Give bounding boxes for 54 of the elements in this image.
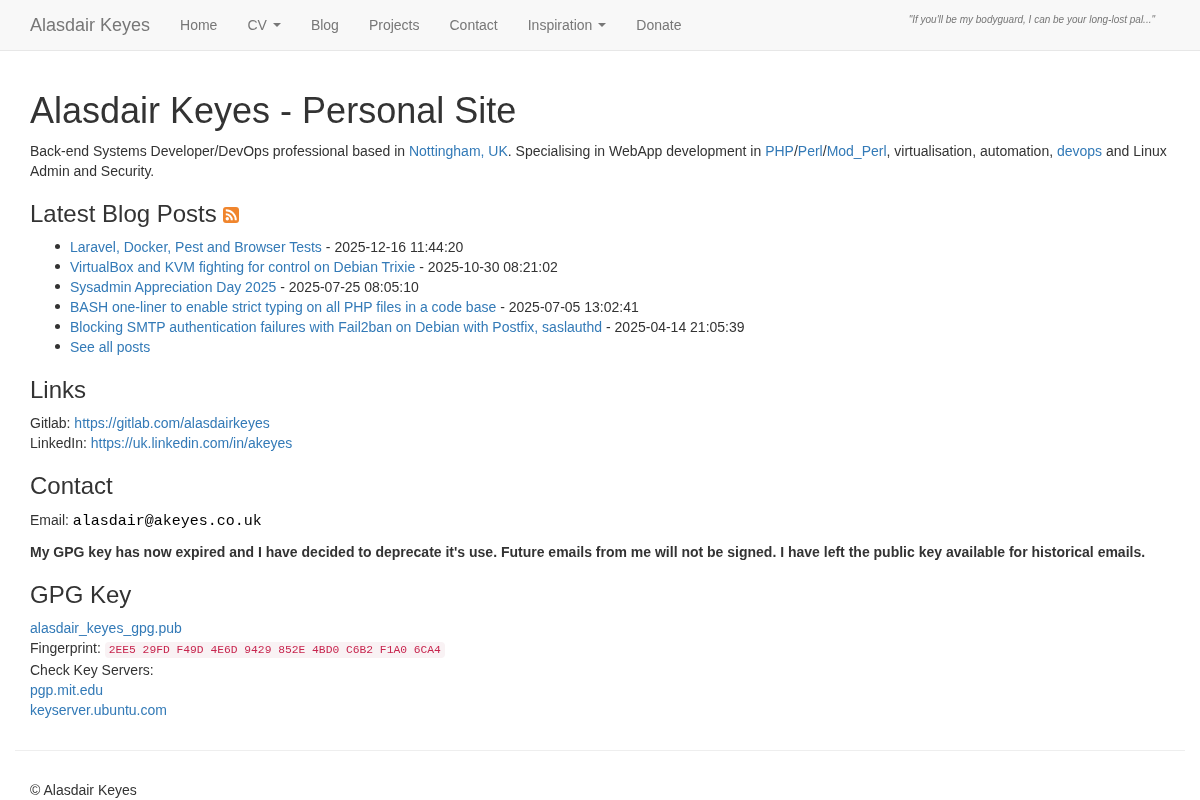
key-servers-label: Check Key Servers: — [30, 662, 154, 679]
nav-link[interactable]: Contact — [434, 0, 513, 50]
email-label: Email: — [30, 511, 69, 528]
text-link[interactable]: Nottingham, UK — [408, 142, 508, 159]
site-brand-link[interactable]: Alasdair Keyes — [15, 0, 166, 50]
bullet-icon — [55, 324, 60, 330]
key-server-link[interactable]: keyserver.ubuntu.com — [30, 702, 167, 719]
post-date: - 2025-12-16 11:44:20 — [325, 238, 464, 257]
nav-dropdown[interactable]: Inspiration — [512, 0, 622, 50]
nav-link[interactable]: Home — [165, 0, 233, 50]
nav-dropdown[interactable]: CV — [232, 0, 296, 50]
intro-paragraph: Back-end Systems Developer/DevOps professional based in Nottingham, UK. Specialising in WebApp development in PHP/Perl/Mod_Perl, virtualisation, automation, devops and Linux Admin and Security. — [30, 141, 1168, 181]
text-link[interactable]: PHP — [765, 142, 794, 159]
bullet-icon — [55, 284, 60, 290]
bullet-icon — [55, 304, 60, 310]
text-link[interactable]: devops — [1056, 142, 1103, 159]
link-label: Gitlab: — [30, 415, 71, 432]
post-date: - 2025-07-25 08:05:10 — [280, 278, 419, 297]
key-file-link[interactable]: alasdair_keyes_gpg.pub — [30, 620, 182, 637]
page-title: Alasdair Keyes - Personal Site — [30, 91, 518, 131]
fingerprint-label: Fingerprint: — [30, 640, 101, 657]
section-heading: Links — [30, 377, 88, 404]
text-link[interactable]: Mod_Perl — [826, 142, 887, 159]
navbar-quote: "If you'll be my bodyguard, I can be your long-lost pal..." — [908, 14, 1155, 26]
copyright-text: © Alasdair Keyes — [30, 782, 137, 799]
see-all-posts-link[interactable]: See all posts — [70, 337, 151, 357]
blog-post-link[interactable]: VirtualBox and KVM fighting for control on Debian Trixie — [70, 257, 416, 277]
blog-post-link[interactable]: BASH one-liner to enable strict typing on all PHP files in a code base — [70, 297, 497, 317]
caret-icon — [598, 23, 607, 27]
caret-icon — [272, 23, 281, 27]
rss-feed-icon[interactable] — [222, 206, 239, 223]
profile-link[interactable]: https://gitlab.com/alasdairkeyes — [74, 415, 270, 432]
key-server-link[interactable]: pgp.mit.edu — [30, 682, 104, 699]
post-date: - 2025-04-14 21:05:39 — [606, 318, 745, 337]
profile-link[interactable]: https://uk.linkedin.com/in/akeyes — [90, 435, 293, 452]
blog-post-link[interactable]: Blocking SMTP authentication failures with Fail2ban on Debian with Postfix, saslauthd — [70, 317, 603, 337]
fingerprint-code: 2EE5 29FD F49D 4E6D 9429 852E 4BD0 C6B2 F1A0 6CA4 — [104, 642, 445, 659]
nav-link[interactable]: Donate — [621, 0, 697, 50]
notice-text: My GPG key has now expired and I have decided to deprecate it's use. Future emails from me will not be signed. I have left the public key available for historical emails. — [30, 543, 1146, 560]
text-link[interactable]: Perl — [797, 142, 823, 159]
section-heading: Latest Blog Posts — [30, 200, 217, 227]
section-heading: GPG Key — [30, 581, 133, 609]
blog-post-link[interactable]: Laravel, Docker, Pest and Browser Tests — [70, 237, 322, 257]
section-heading: Contact — [30, 473, 114, 500]
bullet-icon — [55, 244, 60, 250]
blog-post-link[interactable]: Sysadmin Appreciation Day 2025 — [70, 277, 277, 297]
bullet-icon — [55, 344, 60, 350]
post-date: - 2025-10-30 08:21:02 — [419, 258, 558, 277]
email-address: alasdair@akeyes.co.uk — [72, 512, 262, 530]
link-label: LinkedIn: — [30, 435, 87, 452]
post-date: - 2025-07-05 13:02:41 — [500, 298, 639, 317]
nav-link[interactable]: Projects — [353, 0, 435, 50]
nav-link[interactable]: Blog — [295, 0, 354, 50]
bullet-icon — [55, 264, 60, 270]
